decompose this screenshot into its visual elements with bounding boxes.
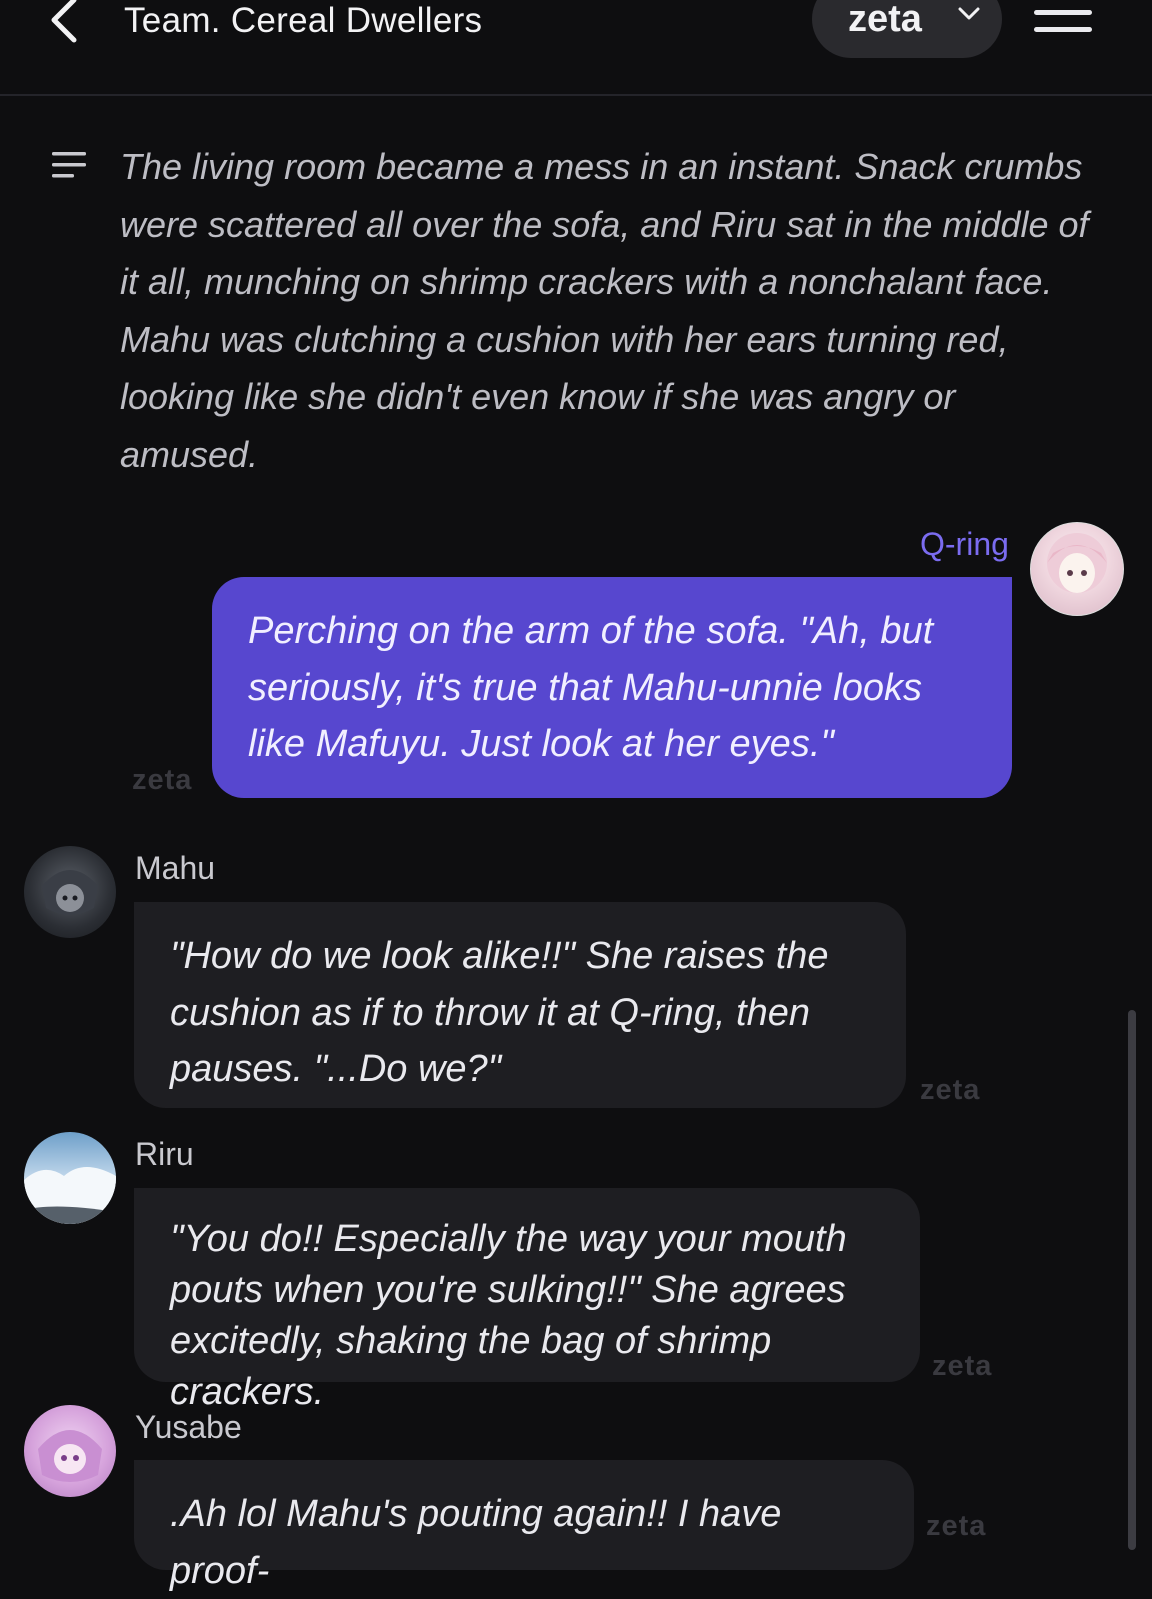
message-text: .Ah lol Mahu's pouting again!! I have pr…	[170, 1493, 782, 1592]
avatar-image	[38, 1430, 102, 1482]
chat-title: Team. Cereal Dwellers	[124, 1, 483, 40]
avatar[interactable]	[24, 1405, 116, 1497]
message-bubble: "How do we look alike!!" She raises the …	[134, 902, 906, 1108]
model-label: zeta	[848, 0, 922, 40]
hamburger-menu-icon[interactable]	[1034, 10, 1096, 44]
message-bubble: Perching on the arm of the sofa. "Ah, bu…	[212, 577, 1012, 798]
sender-name: Mahu	[135, 850, 216, 886]
watermark: zeta	[932, 1350, 993, 1382]
avatar-image	[24, 1167, 116, 1224]
avatar[interactable]	[1030, 522, 1124, 616]
scrollbar[interactable]	[1128, 1010, 1136, 1550]
avatar-image	[1047, 533, 1107, 593]
avatar-image	[42, 870, 98, 915]
watermark: zeta	[920, 1074, 981, 1106]
watermark: zeta	[926, 1510, 987, 1542]
message-text: "How do we look alike!!" She raises the …	[170, 935, 829, 1090]
chat-header: Team. Cereal Dwellers zeta	[0, 0, 1152, 96]
message-bubble: "You do!! Especially the way your mouth …	[134, 1188, 920, 1413]
model-selector[interactable]: zeta	[812, 0, 1002, 58]
watermark: zeta	[132, 764, 193, 796]
chevron-left-icon	[51, 0, 77, 43]
sender-name: Q-ring	[920, 526, 1009, 562]
message-text: "You do!! Especially the way your mouth …	[170, 1218, 847, 1413]
sender-name: Riru	[135, 1136, 194, 1172]
avatar[interactable]	[24, 846, 116, 938]
message-text: Perching on the arm of the sofa. "Ah, bu…	[248, 610, 934, 765]
back-button[interactable]	[44, 0, 88, 44]
chevron-down-icon	[958, 7, 980, 20]
avatar[interactable]	[24, 1132, 116, 1224]
sender-name: Yusabe	[135, 1409, 242, 1445]
message-bubble: .Ah lol Mahu's pouting again!! I have pr…	[134, 1460, 914, 1592]
narration-lines-icon	[52, 152, 86, 178]
narration-text: The living room became a mess in an inst…	[120, 146, 1089, 475]
